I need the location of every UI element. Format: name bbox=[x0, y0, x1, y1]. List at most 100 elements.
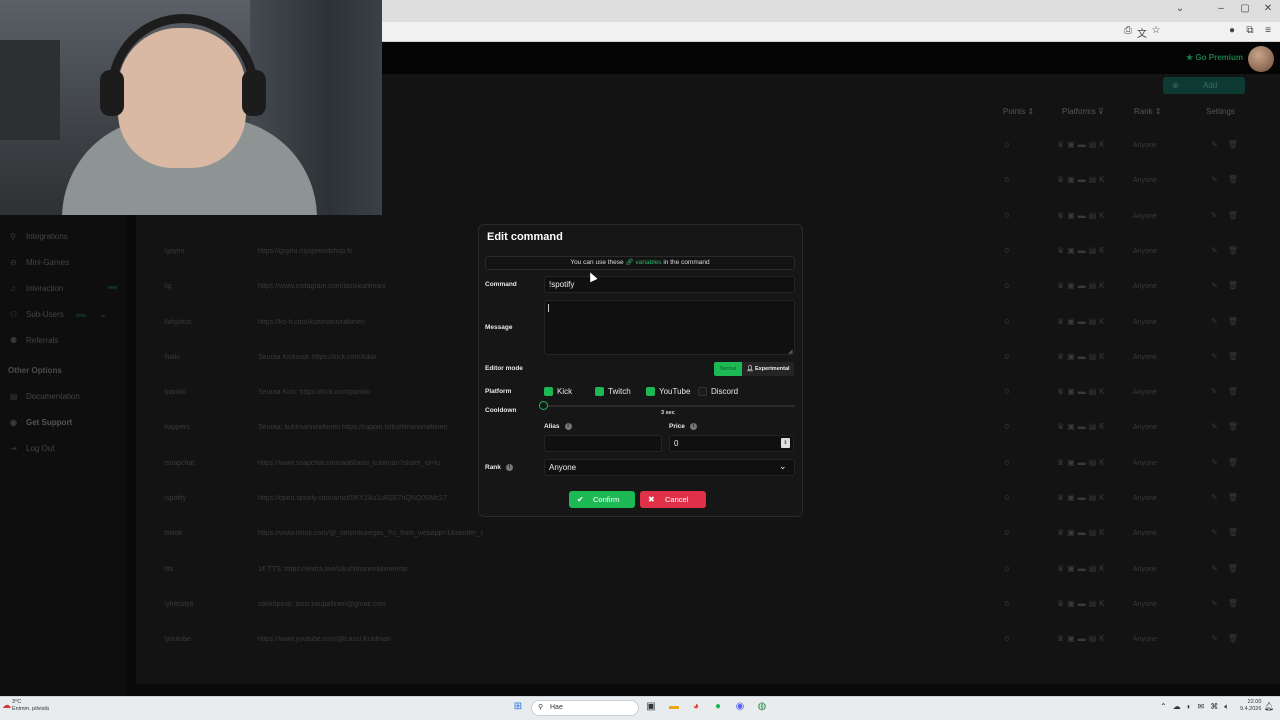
command-rank: Anyone bbox=[1133, 600, 1157, 608]
add-command-button[interactable]: ⊕ Add bbox=[1163, 77, 1245, 94]
cooldown-slider-thumb[interactable] bbox=[539, 401, 548, 410]
notification-icon[interactable]: 🔔︎ bbox=[1264, 702, 1274, 711]
user-icon: 👤︎ bbox=[746, 366, 754, 372]
close-window-button[interactable]: ✕ bbox=[1258, 3, 1278, 14]
row-actions[interactable]: ✎🗑︎ bbox=[1211, 599, 1248, 608]
command-points: 0 bbox=[1005, 142, 1009, 149]
info-icon[interactable]: i bbox=[505, 464, 513, 471]
plug-icon: ⚲ bbox=[10, 232, 16, 241]
row-actions[interactable]: ✎🗑︎ bbox=[1211, 528, 1248, 537]
row-actions[interactable]: ✎🗑︎ bbox=[1211, 387, 1248, 396]
taskview-icon[interactable]: ▣ bbox=[644, 701, 658, 712]
command-name: !lahjoitus bbox=[164, 318, 192, 326]
message-textarea[interactable] bbox=[544, 300, 795, 355]
obs-icon[interactable]: ◍ bbox=[755, 701, 769, 712]
sidebar-item-get-support[interactable]: ◉ Get Support bbox=[10, 418, 72, 427]
alias-label: Alias bbox=[544, 423, 560, 431]
sidebar-item-label: Log Out bbox=[26, 444, 55, 453]
rank-label: Rank bbox=[485, 464, 501, 472]
star-icon[interactable]: ☆ bbox=[1149, 25, 1163, 36]
experimental-label: Experimental bbox=[754, 366, 790, 372]
info-icon[interactable]: i bbox=[564, 423, 572, 430]
row-actions[interactable]: ✎🗑︎ bbox=[1211, 317, 1248, 326]
logout-icon: ⇥ bbox=[10, 444, 17, 453]
row-actions[interactable]: ✎🗑︎ bbox=[1211, 175, 1248, 184]
variables-info: You can use these 🔗︎ variables in the co… bbox=[485, 256, 795, 270]
profile-icon[interactable]: ● bbox=[1225, 25, 1239, 36]
row-actions[interactable]: ✎🗑︎ bbox=[1211, 458, 1248, 467]
clock[interactable]: 22.00 9.4.2026 bbox=[1240, 699, 1261, 713]
column-header-rank[interactable]: Rank ⇕ bbox=[1134, 107, 1162, 116]
twitch-checkbox[interactable] bbox=[595, 387, 604, 396]
command-input[interactable]: !spotify bbox=[544, 276, 795, 293]
row-actions[interactable]: ✎🗑︎ bbox=[1211, 564, 1248, 573]
column-header-platforms[interactable]: Platforms ⊽ bbox=[1062, 107, 1104, 116]
music-icon: ♫ bbox=[10, 284, 16, 293]
sidebar-item-referrals[interactable]: ⚉ Referrals bbox=[10, 336, 58, 345]
sidebar-item-integrations[interactable]: ⚲ Integrations bbox=[10, 232, 68, 241]
column-header-points[interactable]: Points ⇕ bbox=[1003, 107, 1034, 116]
install-icon[interactable]: ⎙ bbox=[1121, 25, 1135, 36]
avatar[interactable] bbox=[1248, 46, 1274, 72]
platform-icons: ♛▣▬▤K bbox=[1057, 175, 1108, 185]
sidebar-item-sub-users[interactable]: ⚇ Sub-Users beta ⌄ bbox=[10, 310, 107, 319]
sidebar-item-mini-games[interactable]: ⊖ Mini-Games bbox=[10, 258, 69, 267]
extension-icon[interactable]: ⧉ bbox=[1243, 25, 1257, 36]
weather-widget[interactable]: 3°C Enimm. pilvistä bbox=[12, 699, 49, 713]
editor-mode-experimental-button[interactable]: 👤︎ Experimental bbox=[742, 362, 794, 376]
price-stepper[interactable]: ⇕ bbox=[781, 438, 790, 448]
platform-label: Platform bbox=[485, 388, 512, 395]
youtube-label: YouTube bbox=[659, 387, 691, 396]
weather-icon: ☁ bbox=[2, 700, 11, 710]
row-actions[interactable]: ✎🗑︎ bbox=[1211, 634, 1248, 643]
minimize-button[interactable]: – bbox=[1211, 3, 1231, 14]
table-row: !tiktok https://www.tiktok.com/@_lahjimku… bbox=[136, 516, 1280, 551]
row-actions[interactable]: ✎🗑︎ bbox=[1211, 211, 1248, 220]
link-icon: 🔗︎ bbox=[625, 259, 634, 266]
discord-checkbox[interactable] bbox=[698, 387, 707, 396]
command-message: Seuraa Kickissä: https://kick.com/lukki bbox=[258, 353, 377, 361]
taskbar-search[interactable]: ⚲ Hae bbox=[531, 700, 639, 716]
youtube-checkbox[interactable] bbox=[646, 387, 655, 396]
row-actions[interactable]: ✎🗑︎ bbox=[1211, 422, 1248, 431]
command-rank: Anyone bbox=[1133, 495, 1157, 502]
files-icon[interactable]: ▬ bbox=[667, 701, 681, 712]
sidebar-item-documentation[interactable]: ▤ Documentation bbox=[10, 392, 80, 401]
command-name: !tts bbox=[164, 565, 174, 573]
price-input[interactable]: 0 bbox=[669, 435, 794, 452]
chrome-icon[interactable]: ◕ bbox=[689, 701, 703, 712]
editor-mode-normal-button[interactable]: Normal bbox=[714, 362, 742, 376]
translate-icon[interactable]: 文 bbox=[1135, 25, 1149, 40]
info-icon[interactable]: i bbox=[689, 423, 697, 430]
menu-icon[interactable]: ≡ bbox=[1261, 25, 1275, 36]
confirm-button[interactable]: ✔ Confirm bbox=[569, 491, 635, 508]
row-actions[interactable]: ✎🗑︎ bbox=[1211, 246, 1248, 255]
row-actions[interactable]: ✎🗑︎ bbox=[1211, 352, 1248, 361]
command-message: https://gsymi.myspreadshop.fi/ bbox=[258, 247, 353, 255]
tab-search-icon[interactable]: ⌄ bbox=[1170, 3, 1190, 14]
variables-link[interactable]: 🔗︎ variables bbox=[625, 259, 661, 266]
system-tray[interactable]: ⌃☁◐✉⌘🔈︎ bbox=[1160, 702, 1235, 712]
row-actions[interactable]: ✎🗑︎ bbox=[1211, 493, 1248, 502]
go-premium-link[interactable]: ★ Go Premium bbox=[1186, 53, 1243, 62]
command-rank: Anyone bbox=[1133, 247, 1157, 255]
command-points: 0 bbox=[1005, 424, 1009, 432]
platform-icons: ♛▣▬▤K bbox=[1057, 387, 1108, 397]
kick-checkbox[interactable] bbox=[544, 387, 553, 396]
clock-date: 9.4.2026 bbox=[1240, 706, 1262, 712]
cooldown-slider-track[interactable] bbox=[544, 405, 795, 407]
rank-select[interactable]: Anyone bbox=[544, 459, 795, 476]
start-icon[interactable]: ⊞ bbox=[511, 701, 525, 712]
discord-icon[interactable]: ◉ bbox=[733, 701, 747, 712]
maximize-button[interactable]: ▢ bbox=[1235, 3, 1255, 14]
row-actions[interactable]: ✎🗑︎ bbox=[1211, 281, 1248, 290]
support-icon: ◉ bbox=[10, 418, 17, 427]
spotify-icon[interactable]: ● bbox=[711, 701, 725, 712]
sidebar-item-log-out[interactable]: ⇥ Log Out bbox=[10, 444, 54, 453]
cancel-button[interactable]: ✖ Cancel bbox=[640, 491, 706, 508]
command-message: https://www.instagram.com/lassikuhlman/ bbox=[258, 283, 386, 291]
alias-input[interactable] bbox=[544, 435, 662, 452]
row-actions[interactable]: ✎🗑︎ bbox=[1211, 140, 1248, 149]
sidebar-item-interaction[interactable]: ♫ Interaction bbox=[10, 284, 63, 293]
resize-handle-icon[interactable]: ◢ bbox=[788, 348, 793, 355]
